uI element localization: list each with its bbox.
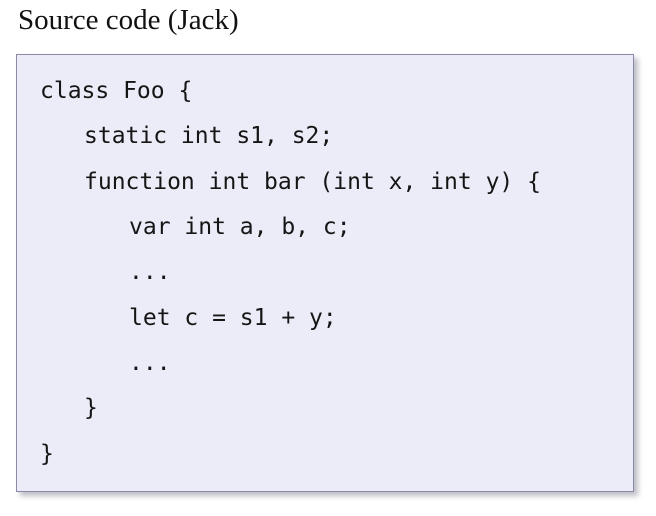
code-line-ellipsis: ... <box>129 350 171 376</box>
code-line-class-close: } <box>40 441 54 467</box>
code-line-class-decl: class Foo { <box>40 78 193 104</box>
code-line-ellipsis: ... <box>129 259 171 285</box>
code-line-function-close: } <box>84 395 98 421</box>
slide-heading: Source code (Jack) <box>18 4 239 36</box>
code-line-let-statement: let c = s1 + y; <box>129 305 337 331</box>
code-line-static-decl: static int s1, s2; <box>84 123 334 149</box>
code-block: class Foo { static int s1, s2; function … <box>16 54 634 492</box>
code-line-function-decl: function int bar (int x, int y) { <box>84 169 541 195</box>
code-line-var-decl: var int a, b, c; <box>129 214 351 240</box>
